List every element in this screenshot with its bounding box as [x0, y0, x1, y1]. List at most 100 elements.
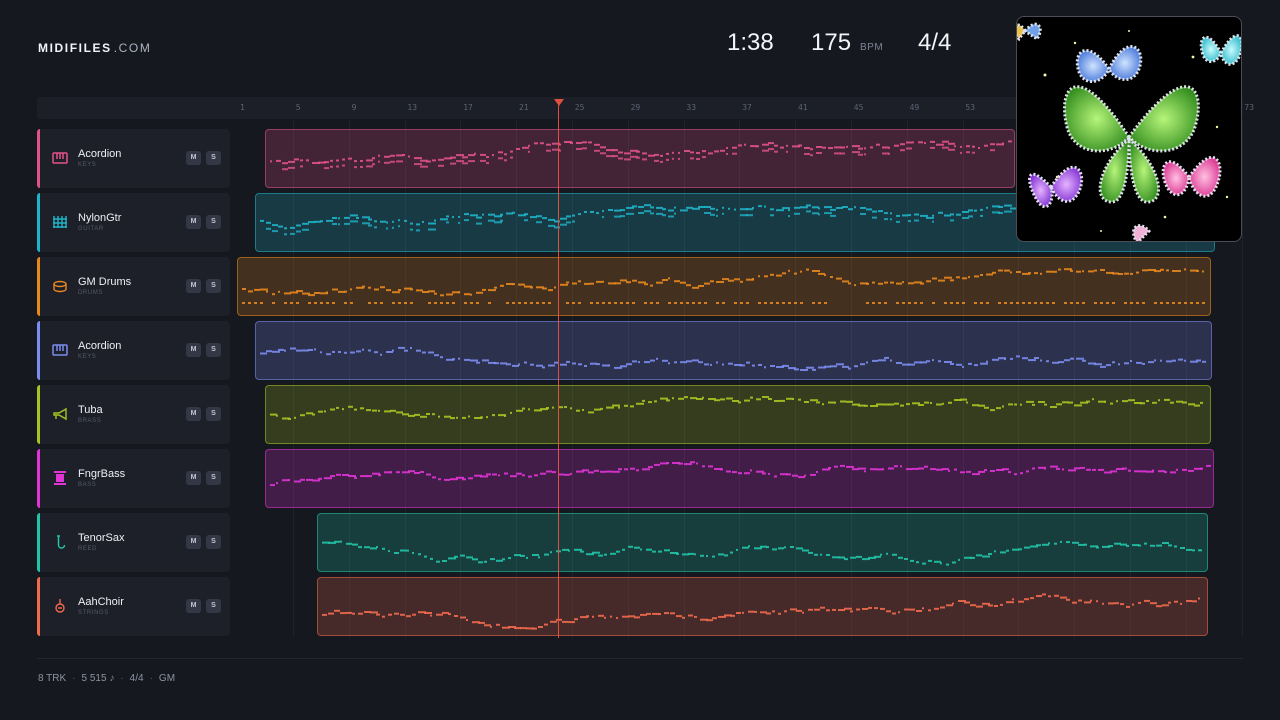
guitar-grid-icon	[52, 214, 68, 230]
ruler-bar-number: 33	[686, 103, 697, 112]
mute-button[interactable]: M	[186, 407, 201, 421]
track-count: 8 TRK	[38, 673, 67, 684]
midi-clip[interactable]	[317, 513, 1208, 572]
track-header[interactable]: TenorSax REED M S	[37, 513, 230, 572]
solo-button[interactable]: S	[206, 215, 221, 229]
separator-dot: ·	[149, 673, 153, 684]
track-color-stripe	[37, 513, 40, 572]
ruler-bar-number: 29	[630, 103, 641, 112]
ruler-bar-number: 73	[1244, 103, 1255, 112]
solo-button[interactable]: S	[206, 535, 221, 549]
track-color-stripe	[37, 193, 40, 252]
drum-icon	[52, 278, 68, 294]
track-category: BRASS	[78, 418, 102, 424]
track-header[interactable]: NylonGtr GUITAR M S	[37, 193, 230, 252]
midi-clip[interactable]	[237, 257, 1211, 316]
track-color-stripe	[37, 129, 40, 188]
sax-icon	[52, 534, 68, 550]
track-category: BASS	[78, 482, 97, 488]
track-category: REED	[78, 546, 98, 552]
track-name: FngrBass	[78, 468, 126, 480]
note-pattern	[322, 540, 1202, 566]
track-name: TenorSax	[78, 532, 125, 544]
track-category: KEYS	[78, 162, 97, 168]
track-color-stripe	[37, 321, 40, 380]
midi-clip[interactable]	[255, 321, 1212, 380]
mute-button[interactable]: M	[186, 151, 201, 165]
bar-grid-line	[1242, 120, 1243, 638]
track-header[interactable]: Tuba BRASS M S	[37, 385, 230, 444]
track-category: GUITAR	[78, 226, 104, 232]
midi-clip[interactable]	[265, 129, 1015, 188]
piano-icon	[52, 342, 68, 358]
mute-button[interactable]: M	[186, 215, 201, 229]
note-pattern	[270, 396, 1203, 420]
track-color-stripe	[37, 449, 40, 508]
playback-time: 1:38	[727, 29, 774, 56]
butterflies-artwork-icon	[1017, 22, 1241, 241]
footer-divider	[37, 658, 1243, 659]
note-pattern	[270, 140, 1012, 171]
track-category: KEYS	[78, 354, 97, 360]
ruler-bar-number: 45	[853, 103, 864, 112]
track-name: Acordion	[78, 148, 122, 160]
time-signature: 4/4	[918, 29, 952, 56]
track-color-stripe	[37, 385, 40, 444]
track-name: Tuba	[78, 404, 103, 416]
bass-icon	[52, 470, 68, 486]
ruler-bar-number: 49	[909, 103, 920, 112]
note-pattern	[260, 346, 1206, 371]
mute-button[interactable]: M	[186, 599, 201, 613]
mute-button[interactable]: M	[186, 535, 201, 549]
ruler-bar-number: 1	[240, 103, 245, 112]
track-category: DRUMS	[78, 290, 103, 296]
track-header[interactable]: GM Drums DRUMS M S	[37, 257, 230, 316]
track-color-stripe	[37, 577, 40, 636]
tempo-value: 175	[811, 29, 852, 56]
track-header[interactable]: Acordion KEYS M S	[37, 129, 230, 188]
ruler-bar-number: 17	[463, 103, 473, 112]
track-name: NylonGtr	[78, 212, 122, 224]
ruler-bar-number: 37	[742, 103, 752, 112]
tempo-unit: BPM	[860, 42, 884, 53]
solo-button[interactable]: S	[206, 343, 221, 357]
ruler-bar-number: 13	[407, 103, 418, 112]
mute-button[interactable]: M	[186, 343, 201, 357]
track-category: STRINGS	[78, 610, 109, 616]
track-header[interactable]: Acordion KEYS M S	[37, 321, 230, 380]
song-summary: 8 TRK · 5 515 ♪ · 4/4 · GM	[38, 673, 175, 684]
solo-button[interactable]: S	[206, 471, 221, 485]
midi-clip[interactable]	[265, 449, 1214, 508]
sound-format: GM	[158, 673, 176, 684]
ruler-bar-number: 9	[351, 103, 357, 112]
solo-button[interactable]: S	[206, 279, 221, 293]
note-count: 5 515 ♪	[81, 673, 115, 684]
solo-button[interactable]: S	[206, 407, 221, 421]
ruler-bar-number: 25	[574, 103, 585, 112]
solo-button[interactable]: S	[206, 151, 221, 165]
track-name: Acordion	[78, 340, 122, 352]
track-header[interactable]: AahChoir STRINGS M S	[37, 577, 230, 636]
mute-button[interactable]: M	[186, 471, 201, 485]
footer-signature: 4/4	[129, 673, 144, 684]
midi-clip[interactable]	[317, 577, 1208, 636]
separator-dot: ·	[72, 673, 76, 684]
violin-icon	[52, 598, 68, 614]
solo-button[interactable]: S	[206, 599, 221, 613]
playhead[interactable]	[558, 100, 559, 638]
ruler-bar-number: 41	[798, 103, 808, 112]
ruler-bar-number: 53	[965, 103, 976, 112]
note-pattern	[322, 593, 1200, 630]
track-name: GM Drums	[78, 276, 132, 288]
ruler-bar-number: 21	[519, 103, 529, 112]
mute-button[interactable]: M	[186, 279, 201, 293]
album-art	[1016, 16, 1242, 242]
midi-clip[interactable]	[265, 385, 1211, 444]
separator-dot: ·	[120, 673, 124, 684]
horn-icon	[52, 406, 68, 422]
playhead-handle[interactable]	[554, 99, 564, 106]
track-name: AahChoir	[78, 596, 124, 608]
track-header[interactable]: FngrBass BASS M S	[37, 449, 230, 508]
track-color-stripe	[37, 257, 40, 316]
note-pattern	[270, 461, 1211, 487]
